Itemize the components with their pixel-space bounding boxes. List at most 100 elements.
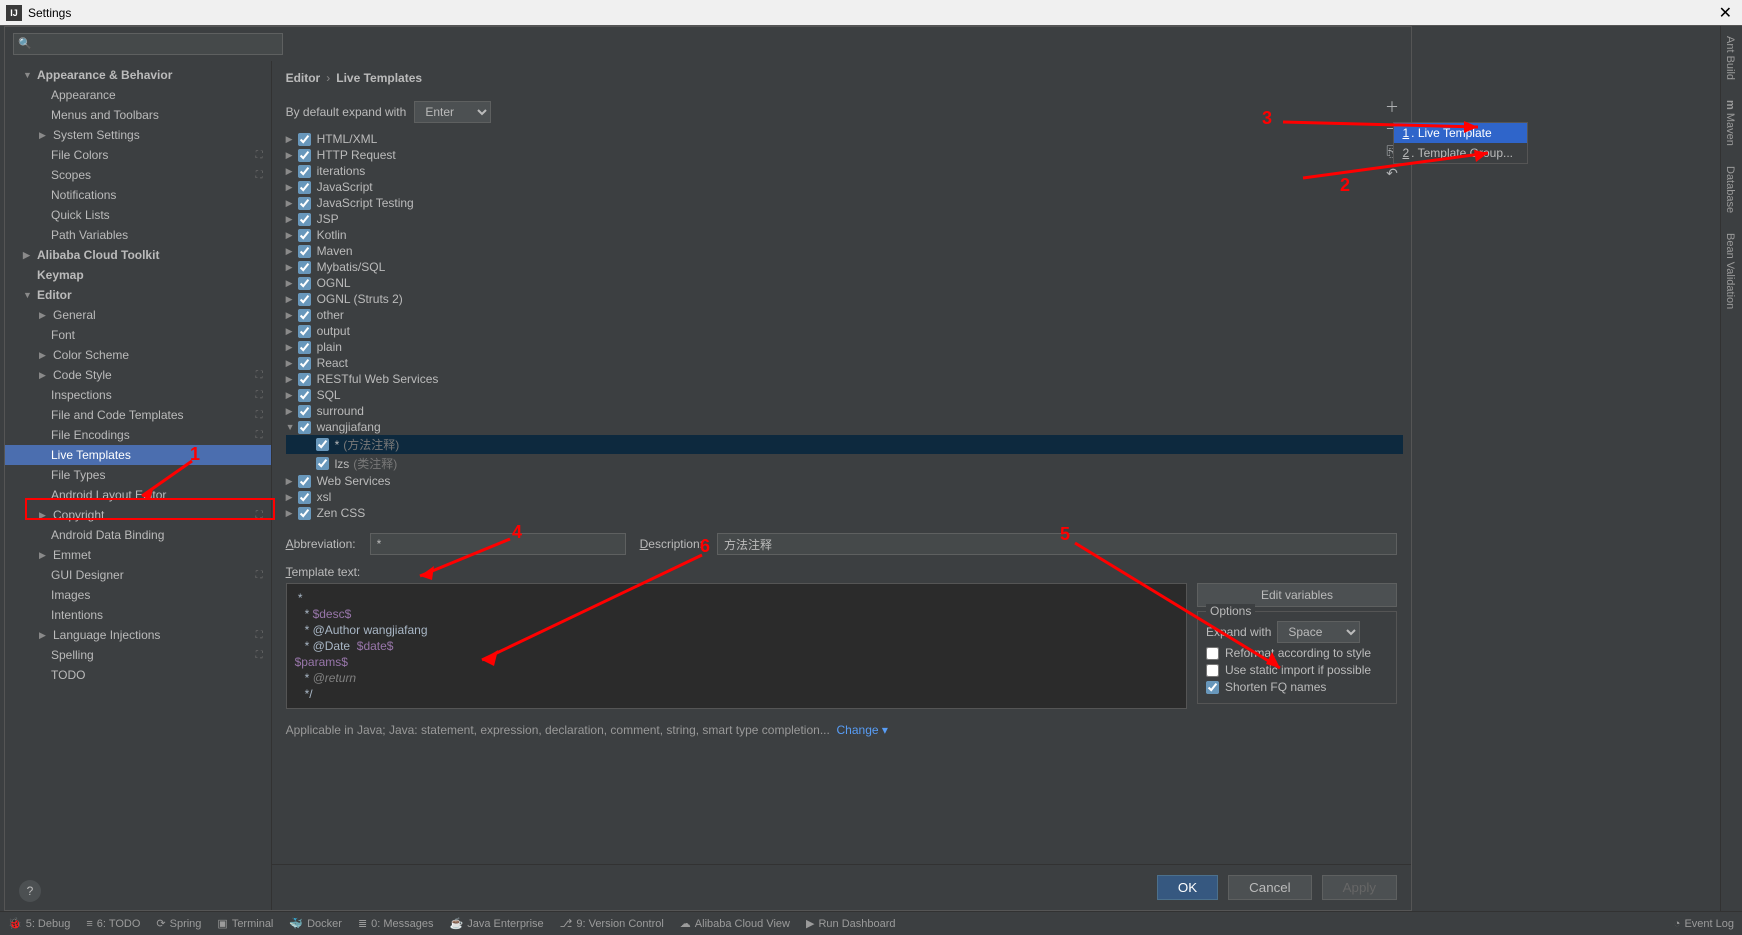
toolwindow-database[interactable]: Database bbox=[1721, 156, 1739, 223]
status-spring[interactable]: ⟳ Spring bbox=[156, 917, 201, 930]
template-checkbox[interactable] bbox=[316, 438, 329, 451]
tree-general[interactable]: ▶General bbox=[5, 305, 271, 325]
add-button[interactable]: ＋ bbox=[1380, 96, 1404, 118]
shorten-fq-checkbox[interactable] bbox=[1206, 681, 1219, 694]
group-checkbox[interactable] bbox=[298, 373, 311, 386]
template-group-row[interactable]: ▶HTTP Request bbox=[286, 147, 1403, 163]
template-group-row[interactable]: ▶surround bbox=[286, 403, 1403, 419]
template-group-row[interactable]: ▼wangjiafang bbox=[286, 419, 1403, 435]
static-import-checkbox[interactable] bbox=[1206, 664, 1219, 677]
template-groups-tree[interactable]: ▶HTML/XML▶HTTP Request▶iterations▶JavaSc… bbox=[272, 129, 1411, 523]
change-context-link[interactable]: Change ▾ bbox=[837, 723, 888, 737]
tree-file-types[interactable]: File Types bbox=[5, 465, 271, 485]
tree-scopes[interactable]: Scopes⛶ bbox=[5, 165, 271, 185]
status-terminal[interactable]: ▣ Terminal bbox=[217, 917, 273, 930]
tree-font[interactable]: Font bbox=[5, 325, 271, 345]
group-checkbox[interactable] bbox=[298, 197, 311, 210]
template-group-row[interactable]: ▶OGNL bbox=[286, 275, 1403, 291]
popup-live-template[interactable]: 1. Live Template bbox=[1394, 123, 1527, 143]
tree-file-colors[interactable]: File Colors⛶ bbox=[5, 145, 271, 165]
template-group-row[interactable]: ▶plain bbox=[286, 339, 1403, 355]
template-group-row[interactable]: ▶iterations bbox=[286, 163, 1403, 179]
close-icon[interactable]: ✕ bbox=[1719, 3, 1732, 23]
template-item-row[interactable]: lzs(类注释) bbox=[286, 454, 1403, 473]
tree-path-variables[interactable]: Path Variables bbox=[5, 225, 271, 245]
expand-with-select[interactable]: Space bbox=[1277, 621, 1360, 643]
status-run[interactable]: ▶ Run Dashboard bbox=[806, 917, 896, 930]
tree-system-settings[interactable]: ▶System Settings bbox=[5, 125, 271, 145]
group-checkbox[interactable] bbox=[298, 181, 311, 194]
status-todo[interactable]: ≡ 6: TODO bbox=[86, 918, 140, 930]
status-vcs[interactable]: ⎇ 9: Version Control bbox=[560, 917, 664, 930]
tree-intentions[interactable]: Intentions bbox=[5, 605, 271, 625]
search-input[interactable] bbox=[13, 33, 283, 55]
tree-todo[interactable]: TODO bbox=[5, 665, 271, 685]
template-group-row[interactable]: ▶Mybatis/SQL bbox=[286, 259, 1403, 275]
status-alibaba[interactable]: ☁ Alibaba Cloud View bbox=[680, 917, 790, 930]
tree-gui-designer[interactable]: GUI Designer⛶ bbox=[5, 565, 271, 585]
template-checkbox[interactable] bbox=[316, 457, 329, 470]
status-java[interactable]: ☕ Java Enterprise bbox=[450, 917, 544, 930]
template-group-row[interactable]: ▶RESTful Web Services bbox=[286, 371, 1403, 387]
template-group-row[interactable]: ▶Kotlin bbox=[286, 227, 1403, 243]
tree-appearance-behavior[interactable]: ▼Appearance & Behavior bbox=[5, 65, 271, 85]
template-group-row[interactable]: ▶Maven bbox=[286, 243, 1403, 259]
status-event-log[interactable]: ◔ Event Log bbox=[1674, 918, 1734, 930]
template-group-row[interactable]: ▶HTML/XML bbox=[286, 131, 1403, 147]
tree-lang-injections[interactable]: ▶Language Injections⛶ bbox=[5, 625, 271, 645]
group-checkbox[interactable] bbox=[298, 325, 311, 338]
template-group-row[interactable]: ▶React bbox=[286, 355, 1403, 371]
template-item-row[interactable]: *(方法注释) bbox=[286, 435, 1403, 454]
group-checkbox[interactable] bbox=[298, 309, 311, 322]
default-expand-select[interactable]: Enter bbox=[414, 101, 491, 123]
toolwindow-maven[interactable]: m Maven bbox=[1721, 90, 1739, 156]
settings-tree[interactable]: ▼Appearance & Behavior Appearance Menus … bbox=[5, 61, 272, 910]
tree-alibaba[interactable]: ▶Alibaba Cloud Toolkit bbox=[5, 245, 271, 265]
abbreviation-input[interactable] bbox=[370, 533, 626, 555]
ok-button[interactable]: OK bbox=[1157, 875, 1218, 900]
status-debug[interactable]: 🐞 5: Debug bbox=[8, 917, 70, 930]
tree-live-templates[interactable]: Live Templates bbox=[5, 445, 271, 465]
tree-quick-lists[interactable]: Quick Lists bbox=[5, 205, 271, 225]
help-button[interactable]: ? bbox=[19, 880, 41, 902]
tree-emmet[interactable]: ▶Emmet bbox=[5, 545, 271, 565]
tree-keymap[interactable]: ▶Keymap bbox=[5, 265, 271, 285]
tree-notifications[interactable]: Notifications bbox=[5, 185, 271, 205]
tree-editor[interactable]: ▼Editor bbox=[5, 285, 271, 305]
tree-spelling[interactable]: Spelling⛶ bbox=[5, 645, 271, 665]
template-group-row[interactable]: ▶JSP bbox=[286, 211, 1403, 227]
group-checkbox[interactable] bbox=[298, 341, 311, 354]
group-checkbox[interactable] bbox=[298, 389, 311, 402]
tree-images[interactable]: Images bbox=[5, 585, 271, 605]
group-checkbox[interactable] bbox=[298, 149, 311, 162]
tree-inspections[interactable]: Inspections⛶ bbox=[5, 385, 271, 405]
group-checkbox[interactable] bbox=[298, 405, 311, 418]
group-checkbox[interactable] bbox=[298, 475, 311, 488]
group-checkbox[interactable] bbox=[298, 245, 311, 258]
group-checkbox[interactable] bbox=[298, 133, 311, 146]
group-checkbox[interactable] bbox=[298, 213, 311, 226]
template-group-row[interactable]: ▶Web Services bbox=[286, 473, 1403, 489]
tree-appearance[interactable]: Appearance bbox=[5, 85, 271, 105]
tree-menus-toolbars[interactable]: Menus and Toolbars bbox=[5, 105, 271, 125]
toolwindow-ant[interactable]: Ant Build bbox=[1721, 26, 1739, 90]
group-checkbox[interactable] bbox=[298, 261, 311, 274]
group-checkbox[interactable] bbox=[298, 277, 311, 290]
toolwindow-bean[interactable]: Bean Validation bbox=[1721, 223, 1739, 319]
description-input[interactable] bbox=[717, 533, 1397, 555]
group-checkbox[interactable] bbox=[298, 491, 311, 504]
group-checkbox[interactable] bbox=[298, 421, 311, 434]
group-checkbox[interactable] bbox=[298, 507, 311, 520]
template-group-row[interactable]: ▶SQL bbox=[286, 387, 1403, 403]
group-checkbox[interactable] bbox=[298, 357, 311, 370]
popup-template-group[interactable]: 2. Template Group... bbox=[1394, 143, 1527, 163]
tree-android-data[interactable]: Android Data Binding bbox=[5, 525, 271, 545]
group-checkbox[interactable] bbox=[298, 293, 311, 306]
group-checkbox[interactable] bbox=[298, 229, 311, 242]
tree-file-encodings[interactable]: File Encodings⛶ bbox=[5, 425, 271, 445]
reformat-checkbox[interactable] bbox=[1206, 647, 1219, 660]
template-group-row[interactable]: ▶JavaScript bbox=[286, 179, 1403, 195]
group-checkbox[interactable] bbox=[298, 165, 311, 178]
template-group-row[interactable]: ▶JavaScript Testing bbox=[286, 195, 1403, 211]
tree-file-code-templates[interactable]: File and Code Templates⛶ bbox=[5, 405, 271, 425]
